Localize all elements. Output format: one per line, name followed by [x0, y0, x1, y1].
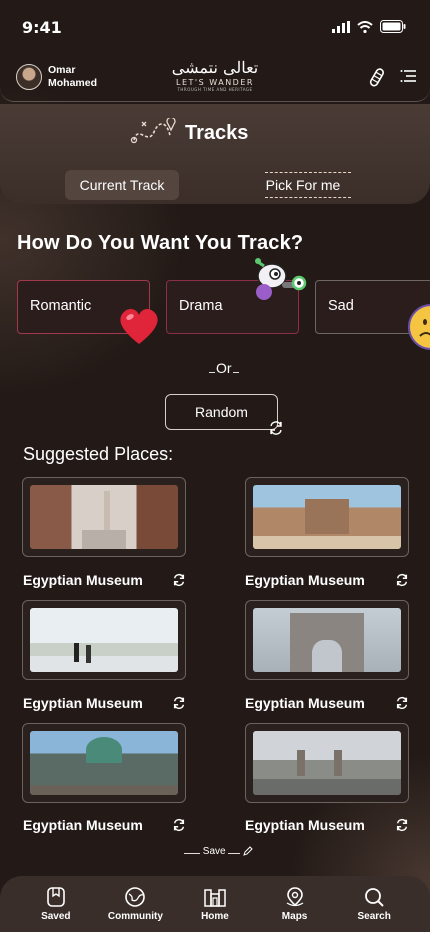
map-route-icon — [130, 118, 176, 144]
pencil-icon — [243, 846, 253, 857]
map-pin-icon — [286, 887, 303, 907]
nav-label: Saved — [41, 911, 71, 922]
status-bar: 9:41 — [0, 0, 430, 52]
refresh-icon[interactable] — [172, 696, 186, 710]
avatar[interactable] — [16, 64, 42, 90]
save-dash — [184, 853, 200, 854]
nav-saved[interactable]: Saved — [24, 886, 88, 922]
place-card[interactable] — [245, 477, 409, 557]
or-divider: Or — [208, 360, 240, 376]
wifi-icon — [357, 20, 373, 33]
cellular-signal-icon — [332, 20, 350, 33]
refresh-icon[interactable] — [395, 573, 409, 587]
status-icons — [332, 20, 406, 33]
tracks-panel: Tracks Current Track Pick For me — [0, 104, 430, 204]
place-card[interactable] — [22, 600, 186, 680]
nav-label: Community — [107, 911, 163, 922]
app-header: Omar Mohamed تعالى نتمشى LET'S WANDER TH… — [0, 52, 430, 102]
bottom-nav: Saved Community Home Maps Search — [0, 876, 430, 932]
sad-face-icon — [408, 304, 430, 350]
logo-text: LET'S WANDER — [176, 78, 254, 87]
place-name: Egyptian Museum — [23, 695, 143, 711]
place-card[interactable] — [22, 477, 186, 557]
suggested-places-title: Suggested Places: — [23, 444, 174, 464]
nav-search[interactable]: Search — [342, 886, 406, 922]
place-card[interactable] — [245, 723, 409, 803]
place-card[interactable] — [22, 723, 186, 803]
battery-icon — [380, 20, 406, 33]
tab-dashed-border — [265, 172, 351, 173]
save-label: Save — [202, 846, 226, 857]
save-dash — [228, 853, 241, 854]
place-photo — [30, 608, 178, 672]
bookmark-icon — [46, 887, 65, 907]
app-logo: تعالى نتمشى LET'S WANDER THROUGH TIME AN… — [170, 58, 260, 100]
globe-icon — [125, 887, 146, 907]
or-label: Or — [216, 360, 232, 376]
place-name: Egyptian Museum — [245, 695, 365, 711]
temple-home-icon — [204, 889, 226, 907]
place-name: Egyptian Museum — [23, 572, 143, 588]
place-photo — [30, 485, 178, 549]
place-photo — [253, 485, 401, 549]
save-link[interactable]: Save — [184, 846, 253, 857]
nav-community[interactable]: Community — [103, 886, 167, 922]
or-dash — [209, 372, 215, 373]
microphone-icon[interactable] — [368, 66, 384, 90]
menu-icon[interactable] — [400, 69, 416, 83]
heart-icon — [120, 308, 158, 344]
user-name: Omar Mohamed — [48, 64, 98, 89]
search-icon — [365, 888, 384, 907]
place-photo — [30, 731, 178, 795]
place-photo — [253, 608, 401, 672]
nav-home[interactable]: Home — [183, 886, 247, 922]
tab-dashed-border — [265, 197, 351, 198]
logo-script: تعالى نتمشى — [171, 58, 259, 77]
refresh-icon[interactable] — [395, 818, 409, 832]
refresh-icon[interactable] — [172, 573, 186, 587]
refresh-icon[interactable] — [268, 420, 284, 436]
place-photo — [253, 731, 401, 795]
refresh-icon[interactable] — [395, 696, 409, 710]
or-dash — [232, 372, 239, 373]
place-name: Egyptian Museum — [245, 817, 365, 833]
tab-pick-for-me[interactable]: Pick For me — [247, 170, 359, 200]
random-button[interactable]: Random — [165, 394, 278, 430]
tab-current-track[interactable]: Current Track — [65, 170, 179, 200]
nav-maps[interactable]: Maps — [263, 886, 327, 922]
status-time: 9:41 — [22, 18, 62, 37]
place-name: Egyptian Museum — [245, 572, 365, 588]
mood-question: How Do You Want You Track? — [17, 232, 304, 254]
nav-label: Search — [357, 911, 391, 922]
place-name: Egyptian Museum — [23, 817, 143, 833]
logo-tagline: THROUGH TIME AND HERITAGE — [177, 87, 253, 92]
robot-mascot-icon — [255, 258, 307, 300]
nav-label: Maps — [281, 911, 308, 922]
refresh-icon[interactable] — [172, 818, 186, 832]
tracks-title: Tracks — [185, 122, 249, 144]
nav-label: Home — [201, 911, 229, 922]
place-card[interactable] — [245, 600, 409, 680]
tab-pick-label: Pick For me — [265, 177, 341, 193]
